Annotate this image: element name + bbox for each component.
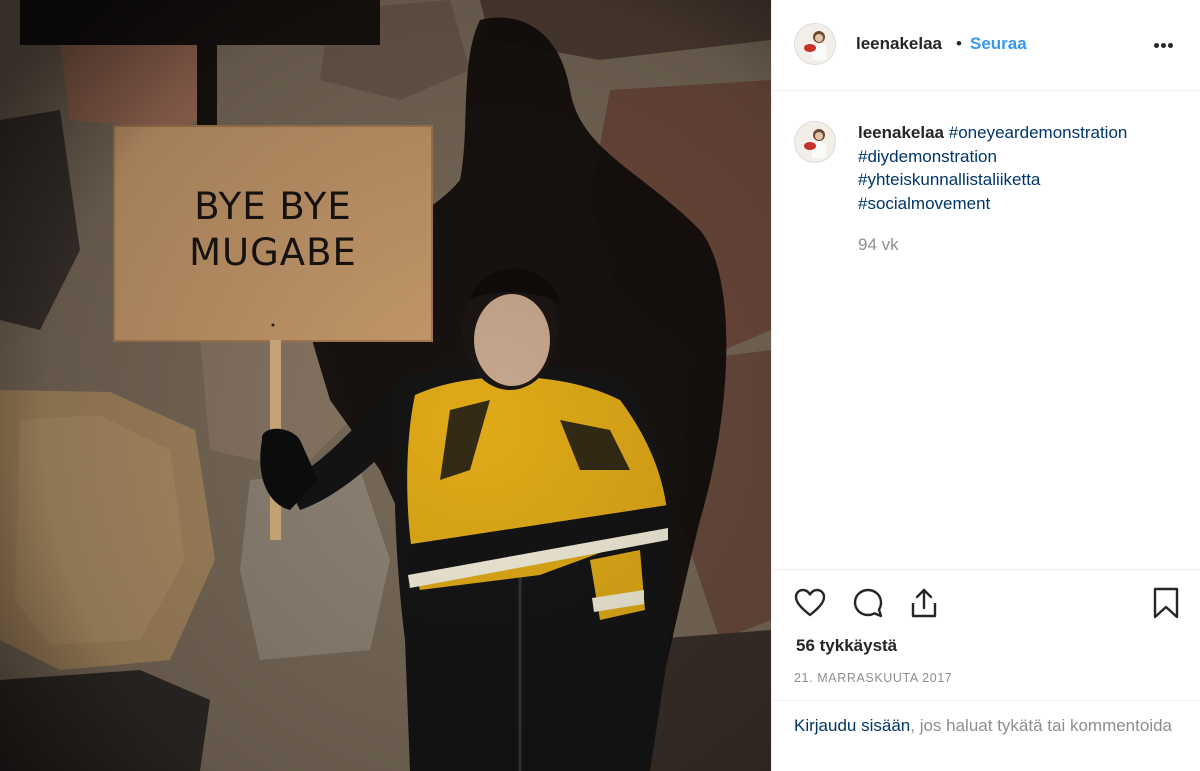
more-options-button[interactable] bbox=[1152, 30, 1186, 60]
sign-text: BYE BYE MUGABE bbox=[114, 184, 432, 276]
caption-avatar[interactable] bbox=[794, 121, 836, 163]
save-button[interactable] bbox=[1149, 586, 1183, 620]
divider bbox=[772, 700, 1200, 701]
post-header: leenakelaa • Seuraa bbox=[772, 0, 1200, 91]
hashtag-link[interactable]: #socialmovement bbox=[858, 194, 990, 213]
comment-icon bbox=[853, 588, 883, 618]
sign-line-1: BYE BYE bbox=[194, 185, 352, 228]
divider bbox=[772, 569, 1200, 570]
share-button[interactable] bbox=[907, 586, 941, 620]
like-button[interactable] bbox=[793, 586, 827, 620]
hashtag-link[interactable]: #yhteiskunnallistaliiketta bbox=[858, 170, 1040, 189]
post-photo-illustration bbox=[0, 0, 771, 771]
post-date[interactable]: 21. MARRASKUUTA 2017 bbox=[794, 671, 952, 685]
more-dot-icon bbox=[1161, 43, 1166, 48]
comment-button[interactable] bbox=[851, 586, 885, 620]
hashtag-link[interactable]: #diydemonstration bbox=[858, 147, 997, 166]
avatar[interactable] bbox=[794, 23, 836, 65]
heart-icon bbox=[794, 588, 826, 617]
sign-line-2: MUGABE bbox=[189, 231, 357, 274]
more-dot-icon bbox=[1154, 43, 1159, 48]
share-icon bbox=[911, 588, 937, 618]
bookmark-icon bbox=[1153, 587, 1179, 619]
header-username-link[interactable]: leenakelaa bbox=[856, 34, 942, 54]
hashtag-link[interactable]: #oneyeardemonstration bbox=[949, 123, 1128, 142]
header-separator: • bbox=[956, 34, 962, 53]
post-side-panel: leenakelaa • Seuraa leenakelaa #oneyeard… bbox=[771, 0, 1200, 771]
caption-age[interactable]: 94 vk bbox=[858, 235, 899, 255]
post-photo[interactable]: BYE BYE MUGABE bbox=[0, 0, 771, 771]
post-caption: leenakelaa #oneyeardemonstration #diydem… bbox=[858, 121, 1178, 215]
login-link[interactable]: Kirjaudu sisään bbox=[794, 716, 910, 735]
instagram-post: BYE BYE MUGABE leenakelaa • Seuraa leena… bbox=[0, 0, 1200, 771]
caption-username-link[interactable]: leenakelaa bbox=[858, 123, 944, 142]
likes-count[interactable]: 56 tykkäystä bbox=[796, 636, 897, 656]
login-prompt-text: , jos haluat tykätä tai kommentoida bbox=[910, 716, 1172, 735]
avatar-image bbox=[795, 122, 835, 162]
avatar-image bbox=[795, 24, 835, 64]
login-prompt: Kirjaudu sisään, jos haluat tykätä tai k… bbox=[794, 714, 1174, 738]
more-dot-icon bbox=[1168, 43, 1173, 48]
follow-button[interactable]: Seuraa bbox=[970, 34, 1027, 54]
